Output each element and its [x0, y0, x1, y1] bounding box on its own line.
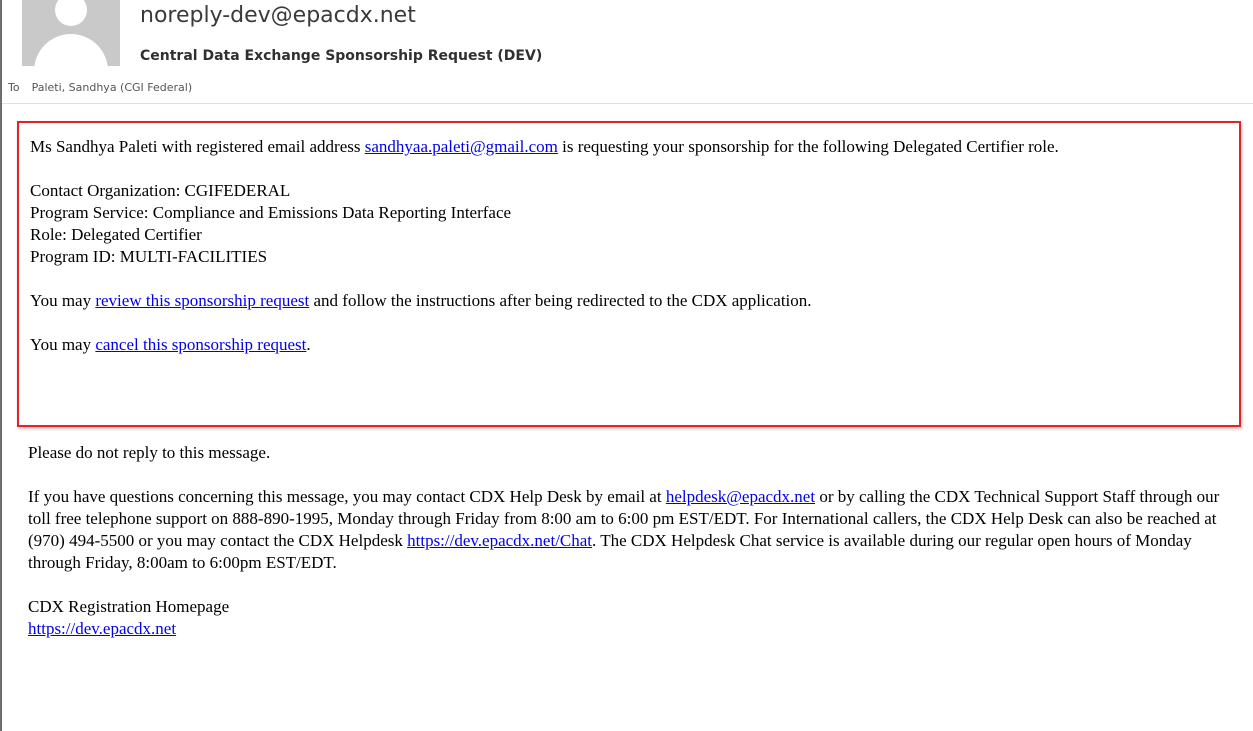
homepage-label: CDX Registration Homepage — [28, 597, 230, 616]
avatar-person-body-icon — [34, 34, 108, 66]
recipient-line: To Paleti, Sandhya (CGI Federal) — [8, 81, 192, 94]
review-prefix: You may — [30, 291, 96, 310]
chat-link[interactable]: https://dev.epacdx.net/Chat — [407, 531, 592, 550]
role: Role: Delegated Certifier — [30, 225, 202, 244]
requester-email-link[interactable]: sandhyaa.paleti@gmail.com — [365, 137, 558, 156]
intro-suffix: is requesting your sponsorship for the f… — [557, 137, 1059, 156]
questions-prefix: If you have questions concerning this me… — [28, 487, 666, 506]
program-id: Program ID: MULTI-FACILITIES — [30, 247, 268, 266]
intro-prefix: Ms Sandhya Paleti with registered email … — [30, 137, 365, 156]
review-request-link[interactable]: review this sponsorship request — [95, 291, 309, 310]
homepage-link[interactable]: https://dev.epacdx.net — [28, 619, 176, 638]
cancel-suffix: . — [306, 335, 311, 354]
sender-address[interactable]: noreply-dev@epacdx.net — [140, 3, 416, 28]
cancel-prefix: You may — [30, 335, 96, 354]
help-desk-paragraph: If you have questions concerning this me… — [28, 486, 1243, 574]
avatar-person-head-icon — [55, 0, 87, 26]
window-left-border — [0, 0, 2, 731]
email-subject: Central Data Exchange Sponsorship Reques… — [140, 48, 543, 64]
helpdesk-email-link[interactable]: helpdesk@epacdx.net — [666, 487, 815, 506]
cancel-line: You may cancel this sponsorship request. — [30, 334, 1231, 356]
header-divider — [2, 103, 1253, 104]
email-footer: Please do not reply to this message. If … — [28, 442, 1243, 640]
sender-avatar — [22, 0, 120, 66]
homepage-line: https://dev.epacdx.net — [28, 618, 1243, 640]
to-label: To — [8, 81, 20, 94]
review-line: You may review this sponsorship request … — [30, 290, 1231, 312]
review-suffix: and follow the instructions after being … — [309, 291, 812, 310]
no-reply-notice: Please do not reply to this message. — [28, 443, 271, 462]
cancel-request-link[interactable]: cancel this sponsorship request — [95, 335, 306, 354]
recipient-name[interactable]: Paleti, Sandhya (CGI Federal) — [32, 81, 193, 94]
program-service: Program Service: Compliance and Emission… — [30, 203, 512, 222]
contact-organization: Contact Organization: CGIFEDERAL — [30, 181, 291, 200]
request-intro: Ms Sandhya Paleti with registered email … — [30, 136, 1231, 158]
sponsorship-request-box: Ms Sandhya Paleti with registered email … — [17, 121, 1241, 427]
